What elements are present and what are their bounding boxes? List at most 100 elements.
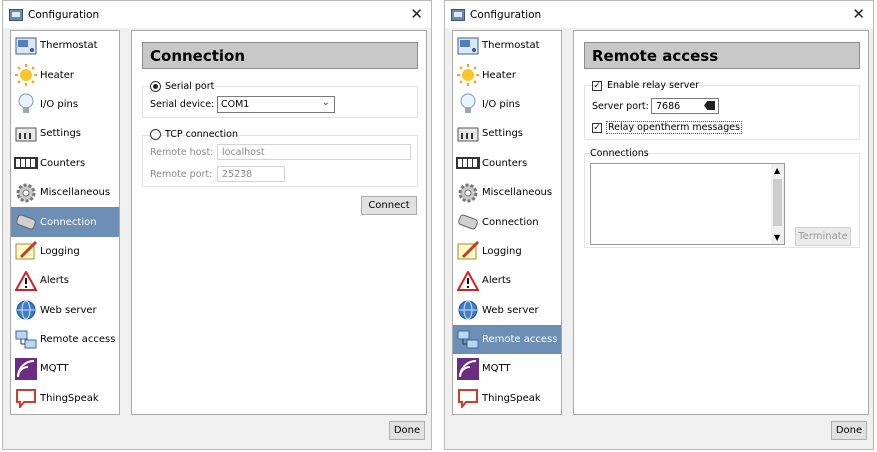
terminate-button[interactable]: Terminate <box>795 227 851 246</box>
sidebar-item-connection[interactable]: Connection <box>453 207 561 236</box>
sidebar-item-label: Web server <box>482 304 539 316</box>
sidebar: Thermostat Heater I/O pins Settings Coun… <box>452 30 562 415</box>
sidebar-item-label: Remote access <box>482 334 558 346</box>
sidebar-item-label: Logging <box>482 245 522 257</box>
sidebar-item-io-pins[interactable]: I/O pins <box>453 90 561 119</box>
remote-host-label: Remote host: <box>150 147 214 158</box>
connections-list[interactable]: ▲ ▼ <box>590 163 785 245</box>
sidebar-item-heater[interactable]: Heater <box>11 60 119 89</box>
sidebar-item-label: Thermostat <box>40 40 98 52</box>
sidebar-item-web-server[interactable]: Web server <box>11 296 119 325</box>
sidebar-item-label: MQTT <box>40 363 69 375</box>
lightbulb-icon <box>14 93 38 115</box>
sidebar-item-label: MQTT <box>482 363 511 375</box>
sidebar-item-label: Thermostat <box>482 40 540 52</box>
sidebar-item-label: Logging <box>40 245 80 257</box>
warning-icon <box>14 270 38 292</box>
sidebar-item-label: Remote access <box>40 334 116 346</box>
server-port-input[interactable]: 7686 <box>651 98 719 114</box>
connection-panel: Connection Serial port Serial device: CO… <box>131 30 427 415</box>
sidebar-item-io-pins[interactable]: I/O pins <box>11 90 119 119</box>
gear-icon <box>14 182 38 204</box>
mqtt-icon <box>456 357 480 380</box>
sidebar-item-settings[interactable]: Settings <box>453 119 561 148</box>
sidebar-item-mqtt[interactable]: MQTT <box>11 354 119 383</box>
sidebar-item-label: Counters <box>40 157 86 169</box>
sidebar-item-remote-access[interactable]: Remote access <box>11 325 119 354</box>
sidebar-item-label: Settings <box>40 128 82 140</box>
close-icon[interactable]: ✕ <box>410 5 423 23</box>
tcp-connection-radio[interactable] <box>150 129 161 140</box>
relay-opentherm-label: Relay opentherm messages <box>606 121 743 134</box>
sidebar-item-remote-access[interactable]: Remote access <box>453 324 561 355</box>
sidebar-item-settings[interactable]: Settings <box>11 119 119 148</box>
title-bar: Configuration <box>3 1 431 28</box>
logging-icon <box>456 240 480 262</box>
logging-icon <box>14 240 38 262</box>
globe-icon <box>456 299 480 321</box>
serial-device-select[interactable]: COM1 ⌄ <box>217 96 335 113</box>
close-icon[interactable]: ✕ <box>852 5 865 23</box>
gear-icon <box>456 182 480 204</box>
remote-host-input[interactable]: localhost <box>217 144 411 160</box>
connect-button[interactable]: Connect <box>361 196 417 215</box>
scrollbar-thumb[interactable] <box>773 179 782 226</box>
remote-port-label: Remote port: <box>150 169 213 180</box>
sidebar-item-miscellaneous[interactable]: Miscellaneous <box>453 178 561 207</box>
chevron-down-icon: ⌄ <box>321 97 330 108</box>
sidebar-item-alerts[interactable]: Alerts <box>11 266 119 295</box>
app-icon <box>9 8 23 21</box>
sidebar-item-alerts[interactable]: Alerts <box>453 266 561 295</box>
sidebar-item-heater[interactable]: Heater <box>453 60 561 89</box>
panel-header: Remote access <box>584 42 860 69</box>
chevron-down-icon[interactable]: ▼ <box>774 233 780 242</box>
sidebar-item-label: Web server <box>40 304 97 316</box>
sidebar-item-counters[interactable]: Counters <box>453 149 561 178</box>
sidebar-item-label: Miscellaneous <box>482 187 553 199</box>
sidebar-item-label: Miscellaneous <box>40 187 111 199</box>
sidebar-item-mqtt[interactable]: MQTT <box>453 354 561 383</box>
mqtt-icon <box>14 357 38 380</box>
sidebar-item-logging[interactable]: Logging <box>453 237 561 266</box>
globe-icon <box>14 299 38 321</box>
sidebar-item-label: ThingSpeak <box>482 392 541 404</box>
remote-access-panel: Remote access ✓ Enable relay server Serv… <box>573 30 869 415</box>
speech-bubble-icon <box>456 387 480 409</box>
relay-opentherm-checkbox[interactable]: ✓ <box>592 123 602 133</box>
sidebar-item-thermostat[interactable]: Thermostat <box>453 31 561 60</box>
sidebar-item-counters[interactable]: Counters <box>11 149 119 178</box>
sidebar-item-label: Settings <box>482 128 524 140</box>
serial-device-value: COM1 <box>221 99 250 110</box>
connections-scrollbar[interactable]: ▲ ▼ <box>771 164 784 244</box>
sidebar-item-thermostat[interactable]: Thermostat <box>11 31 119 60</box>
warning-icon <box>456 270 480 292</box>
remote-port-input[interactable]: 25238 <box>217 166 285 182</box>
counter-icon <box>456 152 480 174</box>
sidebar-item-logging[interactable]: Logging <box>11 237 119 266</box>
panel-header: Connection <box>142 42 418 69</box>
sidebar-item-connection[interactable]: Connection <box>11 207 119 237</box>
sidebar-item-label: Heater <box>40 69 74 81</box>
done-button[interactable]: Done <box>831 421 867 440</box>
sidebar: Thermostat Heater I/O pins Settings Coun… <box>10 30 120 415</box>
sun-icon <box>456 64 480 87</box>
counter-icon <box>14 152 38 174</box>
clear-icon[interactable] <box>704 101 715 110</box>
enable-relay-checkbox[interactable]: ✓ <box>592 81 602 91</box>
title-bar: Configuration <box>445 1 873 28</box>
settings-icon <box>14 123 38 145</box>
sidebar-item-thingspeak[interactable]: ThingSpeak <box>11 384 119 413</box>
sidebar-item-label: Counters <box>482 157 528 169</box>
sidebar-item-web-server[interactable]: Web server <box>453 296 561 325</box>
sidebar-item-miscellaneous[interactable]: Miscellaneous <box>11 178 119 207</box>
remote-port-value: 25238 <box>222 169 253 180</box>
serial-port-radio[interactable] <box>150 81 161 92</box>
sidebar-item-label: ThingSpeak <box>40 392 99 404</box>
sidebar-item-thingspeak[interactable]: ThingSpeak <box>453 384 561 413</box>
done-button[interactable]: Done <box>389 421 425 440</box>
sidebar-item-label: I/O pins <box>482 98 521 110</box>
chevron-up-icon[interactable]: ▲ <box>774 166 780 175</box>
sun-icon <box>14 64 38 87</box>
lightbulb-icon <box>456 93 480 115</box>
sidebar-item-label: Alerts <box>482 275 512 287</box>
